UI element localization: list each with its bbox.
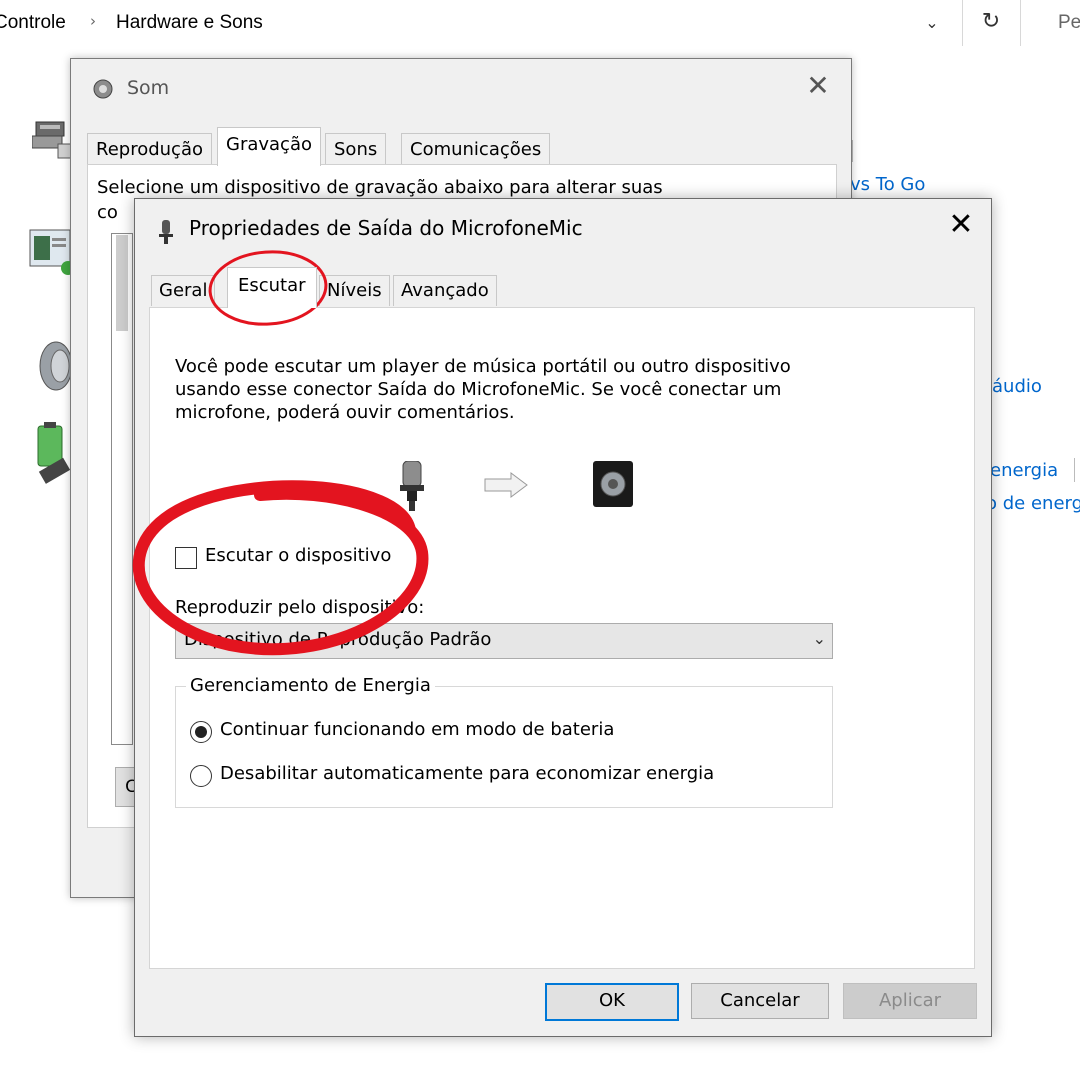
sound-window-title: Som [127, 77, 170, 99]
microphone-device-icon [397, 460, 427, 516]
listen-device-checkbox[interactable] [175, 547, 197, 569]
tab-niveis[interactable]: Níveis [319, 275, 390, 306]
divider [1074, 458, 1075, 482]
listen-device-label[interactable]: Escutar o dispositivo [205, 545, 391, 566]
sound-window-description: Selecione um dispositivo de gravação aba… [97, 177, 663, 198]
breadcrumb-separator-icon: › [90, 12, 96, 30]
battery-mode-radio[interactable] [190, 721, 212, 743]
close-icon[interactable]: ✕ [801, 69, 835, 103]
scrollbar[interactable] [116, 235, 128, 331]
divider [1020, 0, 1021, 46]
tab-avancado[interactable]: Avançado [393, 275, 497, 306]
link-energia[interactable]: energia [990, 460, 1058, 481]
playback-device-label: Reproduzir pelo dispositivo: [175, 597, 425, 618]
chevron-down-icon[interactable]: ⌄ [918, 8, 946, 38]
power-management-title: Gerenciamento de Energia [186, 675, 435, 696]
playback-device-select[interactable]: Dispositivo de Reprodução Padrão ⌄ [175, 623, 833, 659]
auto-disable-label[interactable]: Desabilitar automaticamente para economi… [220, 763, 714, 784]
speaker-device-icon [591, 459, 635, 514]
sound-window-description-2: co [97, 202, 118, 223]
link-windows-to-go[interactable]: vs To Go [850, 174, 925, 195]
speaker-icon[interactable] [34, 340, 74, 397]
refresh-icon[interactable]: ↻ [974, 7, 1008, 37]
divider [852, 140, 853, 162]
divider [962, 0, 963, 46]
breadcrumb-parent[interactable]: Controle [0, 12, 66, 34]
address-bar: Controle › Hardware e Sons ⌄ ↻ Pe [0, 0, 1080, 46]
power-management-group: Gerenciamento de Energia Continuar funci… [175, 675, 833, 808]
chevron-down-icon[interactable]: ⌄ [813, 629, 826, 648]
link-plano-energia[interactable]: o de energ [986, 493, 1080, 514]
search-input[interactable]: Pe [1058, 12, 1080, 34]
close-icon[interactable]: ✕ [943, 207, 979, 243]
breadcrumb-current[interactable]: Hardware e Sons [116, 12, 263, 34]
tab-geral[interactable]: Geral [151, 275, 216, 306]
tab-reproducao[interactable]: Reprodução [87, 133, 212, 164]
tab-escutar[interactable]: Escutar [227, 267, 317, 308]
auto-disable-radio[interactable] [190, 765, 212, 787]
ok-button[interactable]: OK [545, 983, 679, 1021]
link-audio[interactable]: áudio [992, 376, 1042, 397]
arrow-right-icon [483, 471, 531, 504]
microphone-icon [157, 219, 175, 250]
tab-comunicacoes[interactable]: Comunicações [401, 133, 551, 164]
autoplay-icon[interactable] [28, 228, 76, 281]
properties-dialog: Propriedades de Saída do MicrofoneMic ✕ … [134, 198, 992, 1037]
listen-description: Você pode escutar um player de música po… [175, 356, 791, 423]
apply-button[interactable]: Aplicar [843, 983, 977, 1019]
playback-device-value: Dispositivo de Reprodução Padrão [184, 629, 492, 650]
tab-sons[interactable]: Sons [325, 133, 387, 164]
cancel-button[interactable]: Cancelar [691, 983, 829, 1019]
battery-mode-label[interactable]: Continuar funcionando em modo de bateria [220, 719, 614, 740]
sound-window-icon [91, 77, 115, 106]
dialog-title: Propriedades de Saída do MicrofoneMic [189, 216, 583, 240]
tab-gravacao[interactable]: Gravação [217, 127, 322, 166]
